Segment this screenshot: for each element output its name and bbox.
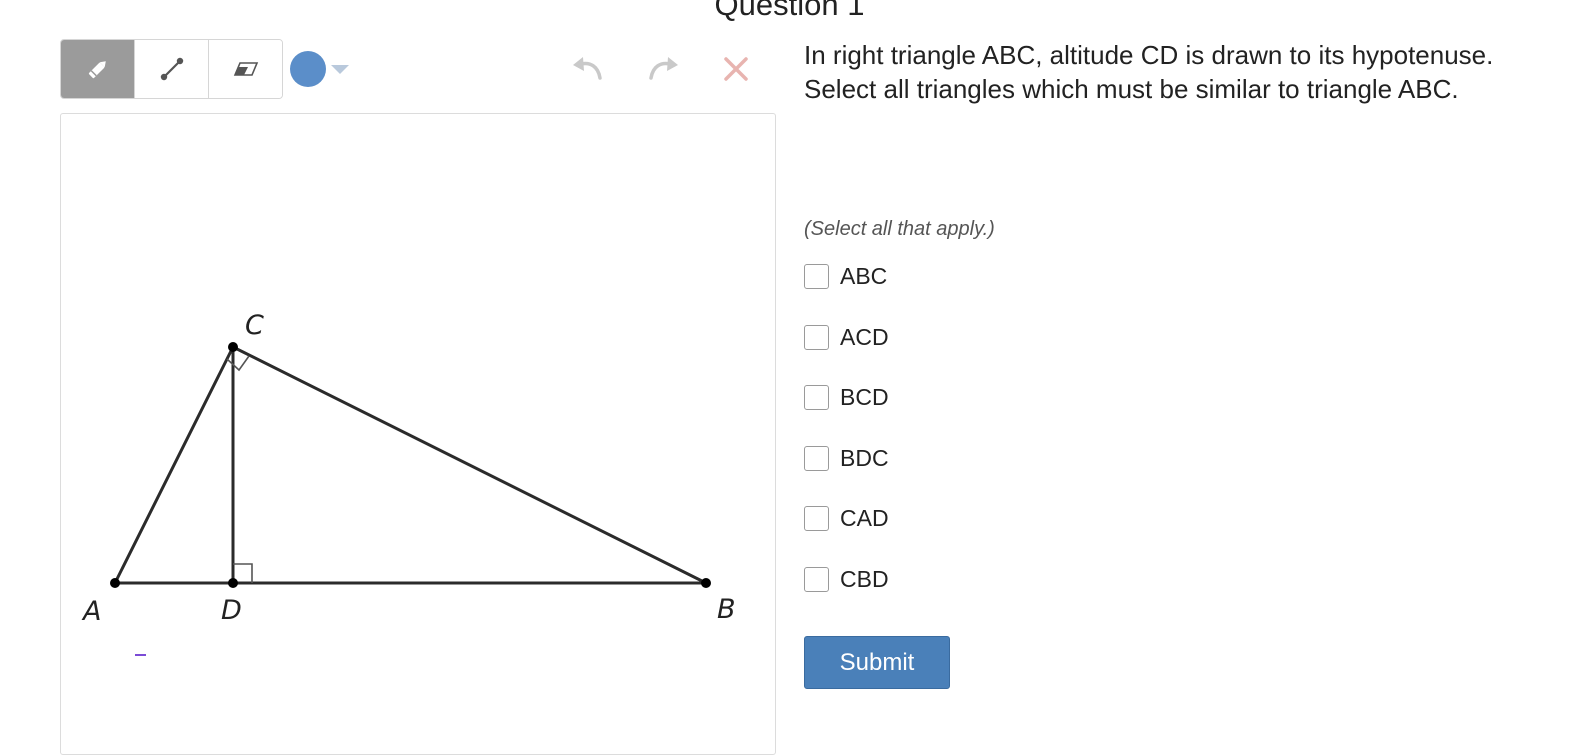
undo-button[interactable] xyxy=(570,51,606,87)
vertex-label-c: C xyxy=(245,310,264,341)
chevron-down-icon xyxy=(331,64,349,74)
option-bcd[interactable]: BCD xyxy=(804,383,889,411)
color-swatch xyxy=(290,51,326,87)
option-label: BDC xyxy=(840,444,889,471)
close-icon xyxy=(724,57,748,81)
segment-cb xyxy=(232,345,707,585)
eraser-tool-button[interactable] xyxy=(209,40,282,98)
checkbox[interactable] xyxy=(804,263,829,289)
point-a xyxy=(110,578,120,588)
redo-icon xyxy=(649,57,678,80)
option-label: ABC xyxy=(840,262,888,289)
option-label: CBD xyxy=(840,565,889,592)
option-label: BCD xyxy=(840,383,889,410)
question-prompt: In right triangle ABC, altitude CD is dr… xyxy=(804,40,1494,104)
checkbox[interactable] xyxy=(804,324,829,350)
option-abc[interactable]: ABC xyxy=(804,262,887,290)
triangle-diagram: A B C D xyxy=(81,310,736,656)
submit-button[interactable]: Submit xyxy=(804,636,950,689)
drawing-toolbar xyxy=(60,39,776,99)
point-d xyxy=(228,578,238,588)
question-panel: In right triangle ABC, altitude CD is dr… xyxy=(804,38,1544,689)
drawing-canvas[interactable]: A B C D xyxy=(60,113,776,755)
eraser-icon xyxy=(233,62,258,76)
checkbox[interactable] xyxy=(804,505,829,531)
tool-group xyxy=(60,39,283,99)
undo-icon xyxy=(573,57,602,80)
point-b xyxy=(701,578,711,588)
checkbox[interactable] xyxy=(804,445,829,471)
pencil-tool-button[interactable] xyxy=(61,40,135,98)
point-c xyxy=(228,342,238,352)
select-instruction: (Select all that apply.) xyxy=(804,218,995,240)
pencil-icon xyxy=(88,61,106,79)
vertex-label-b: B xyxy=(717,594,736,625)
right-angle-mark-c xyxy=(226,355,250,372)
option-cbd[interactable]: CBD xyxy=(804,565,889,593)
option-cad[interactable]: CAD xyxy=(804,504,889,532)
vertex-label-d: D xyxy=(221,595,242,626)
line-tool-button[interactable] xyxy=(135,40,209,98)
option-label: CAD xyxy=(840,504,889,531)
option-acd[interactable]: ACD xyxy=(804,323,889,351)
option-bdc[interactable]: BDC xyxy=(804,444,889,472)
color-picker[interactable] xyxy=(290,51,349,87)
line-tool-icon xyxy=(160,57,183,81)
checkbox[interactable] xyxy=(804,566,829,592)
checkbox[interactable] xyxy=(804,384,829,410)
page-title: Question 1 xyxy=(714,0,865,22)
option-label: ACD xyxy=(840,323,889,350)
segment-ac xyxy=(113,346,235,584)
vertex-label-a: A xyxy=(81,596,101,627)
redo-button[interactable] xyxy=(645,51,681,87)
clear-button[interactable] xyxy=(718,51,754,87)
